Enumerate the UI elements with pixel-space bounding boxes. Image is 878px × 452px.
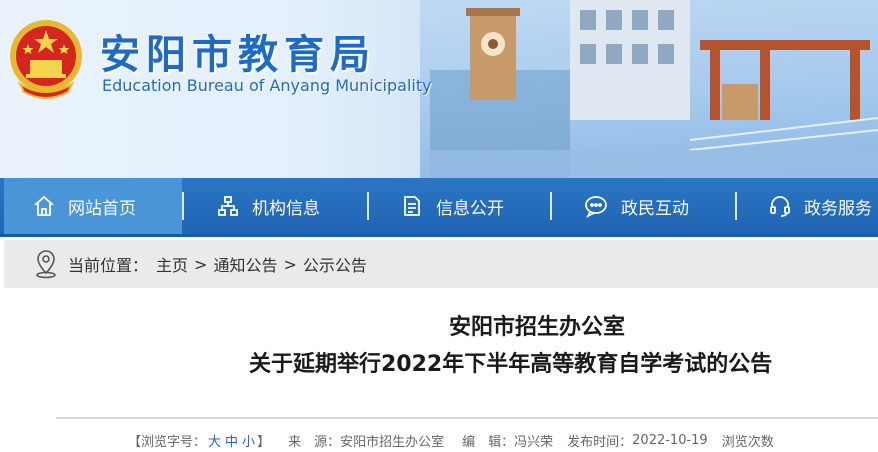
editor-value: 冯兴荣 (514, 434, 554, 450)
font-size-large-button[interactable]: 大 (208, 431, 221, 450)
nav-label: 机构信息 (252, 198, 320, 219)
nav-item-organization[interactable]: 机构信息 (216, 178, 320, 234)
main-nav: 网站首页 机构信息 信息公开 政民互动 政务服务 (0, 178, 878, 237)
site-header: 安阳市教育局 Education Bureau of Anyang Munici… (0, 0, 878, 178)
date-label: 发布时间： (567, 434, 633, 450)
home-icon (34, 195, 54, 216)
font-size-label: 【浏览字号： (128, 434, 207, 450)
article-meta: 【浏览字号： 大 中 小 】 来 源： 安阳市招生办公室 编 辑： 冯兴荣 发布… (128, 431, 774, 450)
views-label: 浏览次数 (721, 434, 774, 450)
editor-label: 编 辑： (462, 434, 515, 450)
nav-label: 网站首页 (68, 198, 136, 219)
font-size-small-button[interactable]: 小 (242, 431, 255, 450)
org-structure-icon (218, 196, 238, 216)
nav-label: 信息公开 (436, 198, 504, 219)
breadcrumb: 当前位置： 主页 > 通知公告 > 公示公告 (4, 240, 878, 288)
breadcrumb-notices-link[interactable]: 通知公告 (213, 252, 277, 276)
breadcrumb-separator: > (194, 254, 208, 274)
source-value: 安阳市招生办公室 (340, 434, 445, 450)
chat-icon (585, 196, 607, 218)
font-size-close: 】 (257, 434, 271, 450)
nav-label: 政务服务 (804, 198, 872, 219)
nav-label: 政民互动 (621, 198, 689, 219)
nav-item-home[interactable]: 网站首页 (4, 178, 182, 234)
date-value: 2022-10-19 (632, 432, 708, 448)
nav-divider (550, 192, 552, 220)
nav-item-info-disclosure[interactable]: 信息公开 (400, 178, 504, 234)
title-divider (56, 417, 878, 419)
site-title: 安阳市教育局 (100, 32, 376, 78)
national-emblem-icon (10, 20, 82, 99)
breadcrumb-home-link[interactable]: 主页 (156, 252, 188, 276)
nav-item-interaction[interactable]: 政民互动 (583, 178, 689, 234)
document-icon (404, 196, 420, 216)
breadcrumb-prefix: 当前位置： (68, 256, 149, 275)
nav-divider (367, 192, 369, 220)
article-title-line1: 安阳市招生办公室 (449, 315, 626, 340)
nav-divider (182, 192, 184, 220)
nav-divider (735, 192, 737, 220)
article-title-line2: 关于延期举行2022年下半年高等教育自学考试的公告 (249, 352, 773, 377)
site-subtitle-en: Education Bureau of Anyang Municipality (102, 76, 432, 95)
nav-item-services[interactable]: 政务服务 (768, 178, 872, 234)
font-size-medium-button[interactable]: 中 (225, 431, 238, 450)
campus-scenery-image (430, 0, 878, 178)
headset-icon (770, 196, 790, 217)
source-label: 来 源： (288, 434, 341, 450)
breadcrumb-separator: > (283, 254, 297, 274)
breadcrumb-announcements-link[interactable]: 公示公告 (303, 252, 367, 276)
location-pin-icon (36, 250, 56, 279)
